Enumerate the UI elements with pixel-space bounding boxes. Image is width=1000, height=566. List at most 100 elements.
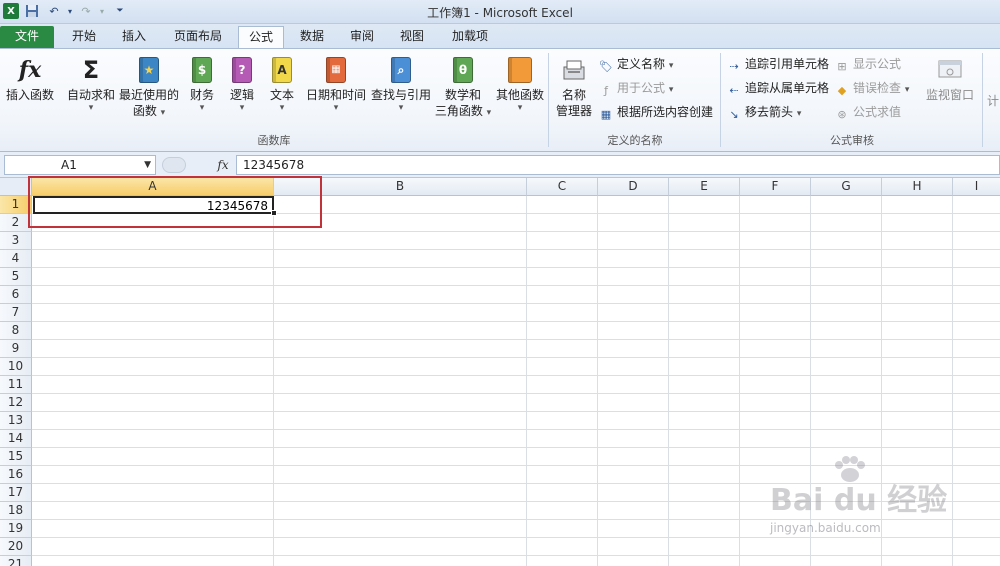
tab-file[interactable]: 文件: [0, 26, 54, 48]
create-from-selection-button[interactable]: ▦ 根据所选内容创建: [598, 103, 713, 121]
watch-window-button[interactable]: 监视窗口: [922, 53, 978, 103]
group-divider: [982, 53, 983, 147]
column-gridline: [668, 196, 669, 566]
row-gridline: [32, 303, 1000, 304]
calculation-options-button[interactable]: 计: [986, 93, 1000, 109]
row-header-5[interactable]: 5: [0, 268, 32, 286]
logical-button[interactable]: ? 逻辑 ▾: [224, 53, 260, 113]
row-gridline: [32, 339, 1000, 340]
row-gridline: [32, 447, 1000, 448]
tab-insert[interactable]: 插入: [112, 26, 156, 48]
chevron-down-icon: ▾: [517, 103, 523, 113]
column-header-h[interactable]: H: [882, 178, 953, 196]
column-header-d[interactable]: D: [598, 178, 669, 196]
row-header-18[interactable]: 18: [0, 502, 32, 520]
group-divider: [720, 53, 721, 147]
chevron-down-icon: ▾: [486, 108, 492, 118]
tab-data[interactable]: 数据: [290, 26, 334, 48]
watch-window-icon: [936, 55, 964, 85]
group-label-function-library: 函数库: [257, 134, 291, 147]
tab-home[interactable]: 开始: [60, 26, 108, 48]
row-header-11[interactable]: 11: [0, 376, 32, 394]
column-header-c[interactable]: C: [527, 178, 598, 196]
books-icon: [506, 55, 534, 85]
row-header-8[interactable]: 8: [0, 322, 32, 340]
row-header-7[interactable]: 7: [0, 304, 32, 322]
datetime-button[interactable]: ▦ 日期和时间 ▾: [304, 53, 368, 113]
row-header-14[interactable]: 14: [0, 430, 32, 448]
row-header-12[interactable]: 12: [0, 394, 32, 412]
column-gridline: [739, 196, 740, 566]
financial-button[interactable]: $ 财务 ▾: [184, 53, 220, 113]
annotation-highlight-box: [28, 176, 322, 228]
chevron-down-icon[interactable]: ▼: [144, 156, 151, 174]
column-gridline: [273, 196, 274, 566]
column-header-e[interactable]: E: [669, 178, 740, 196]
fx-icon[interactable]: fx: [214, 156, 232, 174]
chevron-down-icon: ▾: [88, 103, 94, 113]
insert-function-button[interactable]: fx 插入函数: [4, 53, 56, 103]
title-bar: X ↶ ▾ ↷ ▾ ⏷ 工作簿1 - Microsoft Excel: [0, 0, 1000, 24]
chevron-down-icon: ▾: [333, 103, 339, 113]
column-header-f[interactable]: F: [740, 178, 811, 196]
show-formulas-icon: ⊞: [837, 60, 847, 73]
column-gridline: [952, 196, 953, 566]
row-header-10[interactable]: 10: [0, 358, 32, 376]
ribbon-tabs: 文件 开始 插入 页面布局 公式 数据 审阅 视图 加载项: [0, 24, 1000, 49]
tab-review[interactable]: 审阅: [340, 26, 384, 48]
row-gridline: [32, 321, 1000, 322]
remove-arrows-button[interactable]: ↘ 移去箭头 ▾: [726, 103, 801, 121]
chevron-down-icon: ▾: [904, 85, 910, 95]
formula-input[interactable]: 12345678: [236, 155, 1000, 175]
row-gridline: [32, 375, 1000, 376]
row-header-9[interactable]: 9: [0, 340, 32, 358]
row-gridline: [32, 357, 1000, 358]
row-gridline: [32, 555, 1000, 556]
tab-addins[interactable]: 加载项: [442, 26, 498, 48]
row-header-20[interactable]: 20: [0, 538, 32, 556]
row-gridline: [32, 411, 1000, 412]
text-book-icon: A: [268, 55, 296, 85]
define-name-button[interactable]: 🏷 定义名称 ▾: [598, 55, 673, 73]
row-header-17[interactable]: 17: [0, 484, 32, 502]
watermark-text: Bai du 经验: [770, 483, 948, 518]
tab-view[interactable]: 视图: [390, 26, 434, 48]
warning-icon: ◆: [837, 84, 847, 97]
row-header-4[interactable]: 4: [0, 250, 32, 268]
show-formulas-button[interactable]: ⊞ 显示公式: [834, 55, 901, 73]
recently-used-button[interactable]: ★ 最近使用的 函数 ▾: [118, 53, 180, 119]
use-in-formula-button[interactable]: ƒ 用于公式 ▾: [598, 79, 673, 97]
chevron-down-icon: ▾: [668, 85, 674, 95]
row-header-3[interactable]: 3: [0, 232, 32, 250]
row-header-19[interactable]: 19: [0, 520, 32, 538]
math-trig-button[interactable]: θ 数学和 三角函数 ▾: [434, 53, 492, 119]
row-header-15[interactable]: 15: [0, 448, 32, 466]
row-gridline: [32, 393, 1000, 394]
chevron-down-icon: ▾: [160, 108, 166, 118]
formula-bar-resize-handle[interactable]: [162, 157, 186, 173]
row-header-16[interactable]: 16: [0, 466, 32, 484]
evaluate-formula-button[interactable]: ⊛ 公式求值: [834, 103, 901, 121]
formula-icon: ƒ: [604, 84, 608, 97]
row-header-6[interactable]: 6: [0, 286, 32, 304]
trace-precedents-button[interactable]: ⇢ 追踪引用单元格: [726, 55, 829, 73]
error-checking-button[interactable]: ◆ 错误检查 ▾: [834, 79, 910, 97]
watermark-url: jingyan.baidu.com: [770, 521, 881, 535]
row-header-21[interactable]: 21: [0, 556, 32, 566]
lookup-button[interactable]: ⌕ 查找与引用 ▾: [370, 53, 432, 113]
group-divider: [548, 53, 549, 147]
trace-dependents-button[interactable]: ⇠ 追踪从属单元格: [726, 79, 829, 97]
column-header-i[interactable]: I: [953, 178, 1000, 196]
row-header-13[interactable]: 13: [0, 412, 32, 430]
theta-book-icon: θ: [449, 55, 477, 85]
autosum-button[interactable]: Σ 自动求和 ▾: [64, 53, 118, 113]
name-box[interactable]: A1 ▼: [4, 155, 156, 175]
more-functions-button[interactable]: 其他函数 ▾: [494, 53, 546, 113]
tab-page-layout[interactable]: 页面布局: [164, 26, 232, 48]
name-manager-button[interactable]: 名称 管理器: [554, 53, 594, 119]
text-button[interactable]: A 文本 ▾: [264, 53, 300, 113]
chevron-down-icon: ▾: [668, 61, 674, 71]
tab-formulas[interactable]: 公式: [238, 26, 284, 49]
star-book-icon: ★: [135, 55, 163, 85]
column-header-g[interactable]: G: [811, 178, 882, 196]
